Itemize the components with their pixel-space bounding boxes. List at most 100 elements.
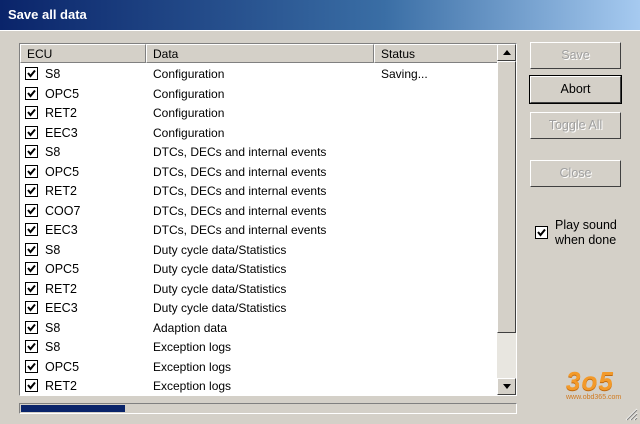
- table-row[interactable]: RET2 Configuration: [20, 103, 498, 123]
- ecu-cell: RET2: [45, 184, 77, 198]
- check-icon: [27, 128, 36, 137]
- table-row[interactable]: OPC5 Exception logs: [20, 357, 498, 377]
- check-icon: [27, 108, 36, 117]
- check-icon: [27, 381, 36, 390]
- data-cell: DTCs, DECs and internal events: [153, 145, 327, 159]
- table-row[interactable]: S8 Duty cycle data/Statistics: [20, 240, 498, 260]
- title-divider: [0, 30, 640, 31]
- close-button[interactable]: Close: [530, 160, 621, 187]
- row-checkbox[interactable]: [25, 281, 38, 295]
- row-checkbox[interactable]: [25, 340, 38, 353]
- scroll-thumb[interactable]: [497, 61, 516, 333]
- data-cell: Exception logs: [153, 359, 232, 374]
- check-icon: [27, 89, 36, 98]
- table-row[interactable]: OPC5 Duty cycle data/Statistics: [20, 259, 498, 279]
- data-cell: DTCs, DECs and internal events: [153, 164, 327, 179]
- data-cell: Duty cycle data/Statistics: [153, 262, 287, 276]
- row-checkbox[interactable]: [25, 125, 38, 139]
- table-row[interactable]: RET2 Exception logs: [20, 376, 498, 395]
- row-checkbox[interactable]: [25, 67, 38, 80]
- table-row[interactable]: RET2 Duty cycle data/Statistics: [20, 279, 498, 299]
- window-title: Save all data: [8, 7, 87, 22]
- table-row[interactable]: RET2 DTCs, DECs and internal events: [20, 181, 498, 201]
- check-icon: [27, 323, 36, 332]
- row-checkbox[interactable]: [25, 106, 38, 119]
- row-checkbox[interactable]: [25, 184, 38, 197]
- ecu-cell: RET2: [45, 379, 77, 393]
- table-row[interactable]: S8 Exception logs: [20, 337, 498, 357]
- ecu-cell: RET2: [45, 106, 77, 120]
- table-row[interactable]: OPC5 Configuration: [20, 84, 498, 104]
- row-checkbox[interactable]: [25, 86, 38, 100]
- row-checkbox[interactable]: [25, 203, 38, 217]
- check-icon: [27, 362, 36, 371]
- ecu-cell: EEC3: [45, 223, 78, 237]
- abort-button[interactable]: Abort: [529, 75, 622, 104]
- data-cell: Exception logs: [153, 379, 232, 393]
- table-row[interactable]: OPC5 DTCs, DECs and internal events: [20, 162, 498, 182]
- ecu-cell: RET2: [45, 281, 77, 296]
- row-checkbox[interactable]: [25, 379, 38, 392]
- toggle-all-button[interactable]: Toggle All: [530, 112, 621, 139]
- data-cell: DTCs, DECs and internal events: [153, 223, 327, 237]
- watermark-url: www.obd365.com: [566, 394, 622, 401]
- check-icon: [27, 264, 36, 273]
- row-checkbox[interactable]: [25, 262, 38, 275]
- save-button[interactable]: Save: [530, 42, 621, 69]
- scroll-down-button[interactable]: [497, 378, 516, 395]
- play-sound-label: Play sound when done: [555, 218, 617, 247]
- row-checkbox[interactable]: [25, 320, 38, 334]
- scroll-up-button[interactable]: [497, 44, 516, 61]
- play-sound-checkbox[interactable]: [535, 226, 548, 239]
- status-cell: Saving...: [381, 67, 428, 81]
- table-row[interactable]: EEC3 Configuration: [20, 123, 498, 143]
- data-cell: Duty cycle data/Statistics: [153, 242, 287, 257]
- vertical-scrollbar[interactable]: [497, 44, 516, 395]
- row-checkbox[interactable]: [25, 242, 38, 256]
- arrow-down-icon: [503, 384, 511, 389]
- ecu-cell: S8: [45, 340, 61, 354]
- table-row[interactable]: EEC3 DTCs, DECs and internal events: [20, 220, 498, 240]
- check-icon: [27, 342, 36, 351]
- ecu-cell: EEC3: [45, 301, 78, 315]
- title-bar[interactable]: Save all data: [0, 0, 640, 30]
- watermark-logo: 3o5 www.obd365.com: [566, 366, 628, 406]
- data-cell: Configuration: [153, 86, 225, 101]
- data-cell: Duty cycle data/Statistics: [153, 281, 287, 296]
- ecu-cell: COO7: [45, 203, 81, 218]
- ecu-cell: OPC5: [45, 164, 80, 179]
- progress-fill: [21, 405, 125, 412]
- data-cell: DTCs, DECs and internal events: [153, 184, 327, 198]
- data-cell: Configuration: [153, 67, 225, 81]
- ecu-cell: S8: [45, 67, 61, 81]
- data-cell: DTCs, DECs and internal events: [153, 203, 327, 218]
- check-icon: [27, 167, 36, 176]
- table-row[interactable]: S8 Adaption data: [20, 318, 498, 338]
- data-cell: Exception logs: [153, 340, 232, 354]
- ecu-cell: OPC5: [45, 359, 80, 374]
- resize-grip-icon[interactable]: [622, 405, 638, 421]
- row-checkbox[interactable]: [25, 164, 38, 178]
- row-checkbox[interactable]: [25, 145, 38, 158]
- watermark-logo-text: 3o5: [566, 366, 614, 396]
- row-checkbox[interactable]: [25, 301, 38, 314]
- ecu-cell: S8: [45, 320, 61, 335]
- data-cell: Configuration: [153, 125, 225, 140]
- ecu-cell: OPC5: [45, 86, 80, 101]
- column-header-ecu[interactable]: ECU: [20, 44, 146, 63]
- check-icon: [27, 284, 36, 293]
- progress-bar: [19, 403, 517, 414]
- table-row[interactable]: EEC3 Duty cycle data/Statistics: [20, 298, 498, 318]
- table-row[interactable]: S8 DTCs, DECs and internal events: [20, 142, 498, 162]
- data-list[interactable]: ECU Data Status S8 Configuration Saving...…: [19, 43, 517, 396]
- row-checkbox[interactable]: [25, 223, 38, 236]
- column-header-status[interactable]: Status: [374, 44, 498, 63]
- column-header-data[interactable]: Data: [146, 44, 374, 63]
- row-checkbox[interactable]: [25, 359, 38, 373]
- ecu-cell: S8: [45, 145, 61, 159]
- table-row[interactable]: S8 Configuration Saving...: [20, 64, 498, 84]
- check-icon: [27, 186, 36, 195]
- check-icon: [27, 225, 36, 234]
- table-row[interactable]: COO7 DTCs, DECs and internal events: [20, 201, 498, 221]
- list-rows: S8 Configuration Saving... OPC5 Configuratio…: [20, 64, 498, 395]
